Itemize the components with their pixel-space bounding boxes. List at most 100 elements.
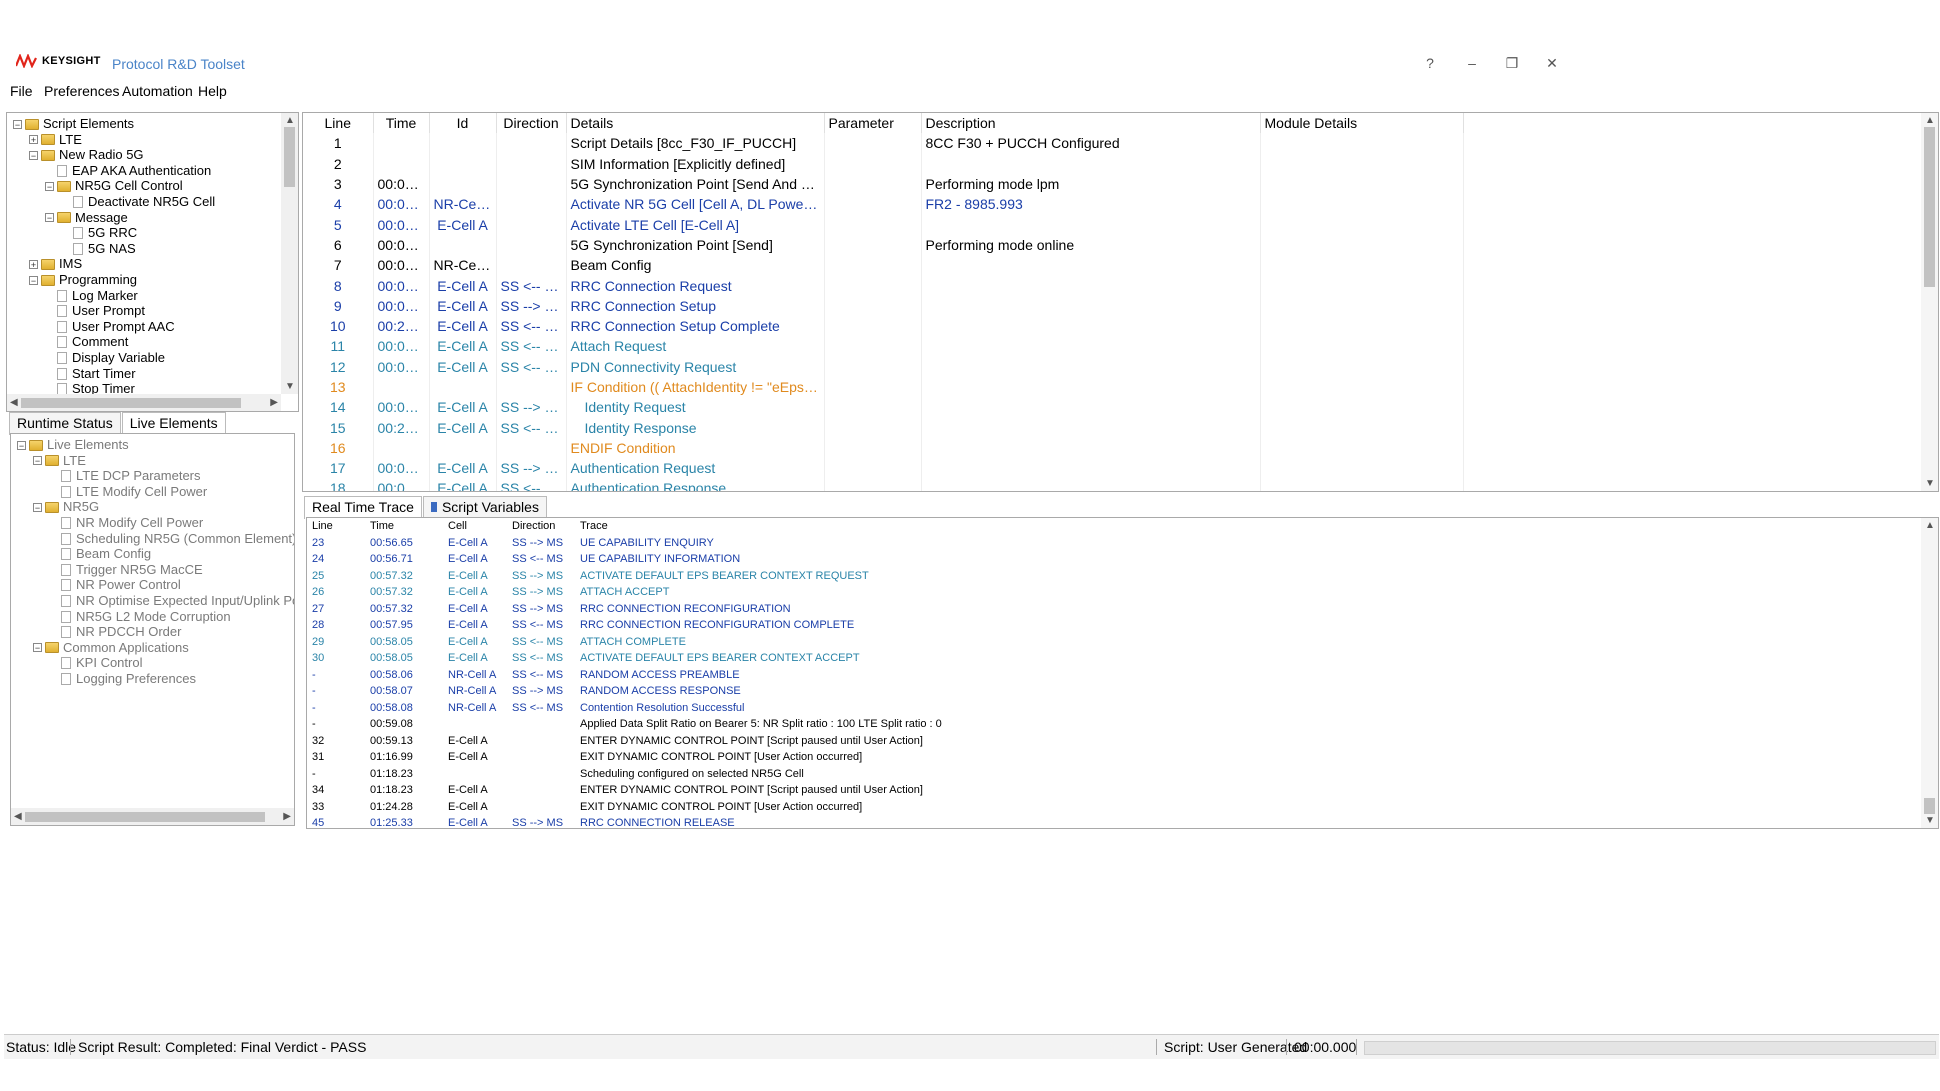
table-row[interactable]: 29 00:58.05 E-Cell A SS <-- MS ATTACH COMPLE… <box>309 634 1457 651</box>
column-header[interactable]: Time <box>373 113 430 134</box>
table-row[interactable]: 15 00:20.00 E-Cell A SS <-- MS Identity Resp… <box>303 417 1464 438</box>
collapse-icon[interactable]: − <box>33 456 42 466</box>
column-header[interactable]: Module Details <box>1260 113 1464 134</box>
scroll-thumb[interactable] <box>25 812 265 822</box>
tree-node[interactable]: Logging Preferences <box>61 670 196 688</box>
scroll-up-icon[interactable]: ▲ <box>285 115 295 126</box>
tab-runtime-status[interactable]: Runtime Status <box>9 412 121 435</box>
menu-automation[interactable]: Automation <box>122 83 193 99</box>
table-row[interactable]: 33 01:24.28 E-Cell A EXIT DYNAMIC CONTROL P… <box>309 799 1457 816</box>
column-header[interactable]: Direction <box>509 518 577 535</box>
expand-icon[interactable]: + <box>29 259 38 269</box>
menu-help[interactable]: Help <box>198 83 227 99</box>
table-row[interactable]: 28 00:57.95 E-Cell A SS <-- MS RRC CONNECTIO… <box>309 617 1457 634</box>
collapse-icon[interactable]: − <box>45 213 54 223</box>
table-row[interactable]: 5 00:00.00 E-Cell A Activate LTE Cell [E-Ce… <box>303 214 1464 235</box>
scroll-up-icon[interactable]: ▲ <box>1925 520 1935 531</box>
restore-icon[interactable]: ❐ <box>1502 55 1522 72</box>
column-header[interactable]: Line <box>303 113 374 134</box>
table-row[interactable]: 31 01:16.99 E-Cell A EXIT DYNAMIC CONTROL P… <box>309 749 1457 766</box>
table-row[interactable]: 14 00:00.00 E-Cell A SS --> MS Identity Requ… <box>303 397 1464 418</box>
collapse-icon[interactable]: − <box>29 275 38 285</box>
table-cell: 32 <box>312 734 325 747</box>
menu-preferences[interactable]: Preferences <box>44 83 119 99</box>
table-row[interactable]: 16 ENDIF Condition <box>303 437 1464 459</box>
horizontal-scrollbar[interactable]: ◀ ▶ <box>7 394 281 411</box>
column-header[interactable]: Trace <box>577 518 1457 535</box>
column-header[interactable]: Description <box>921 113 1261 134</box>
tab-real-time-trace[interactable]: Real Time Trace <box>304 496 422 519</box>
table-row[interactable]: 30 00:58.05 E-Cell A SS <-- MS ACTIVATE DEFA… <box>309 650 1457 667</box>
table-row[interactable]: 27 00:57.32 E-Cell A SS --> MS RRC CONNECTIO… <box>309 601 1457 618</box>
collapse-icon[interactable]: − <box>33 643 42 653</box>
column-header[interactable]: Id <box>429 113 497 134</box>
help-button[interactable]: ? <box>1420 55 1440 71</box>
scroll-right-icon[interactable]: ▶ <box>283 811 291 822</box>
column-header[interactable]: Parameter <box>824 113 922 134</box>
scroll-right-icon[interactable]: ▶ <box>270 397 278 408</box>
tab-live-elements[interactable]: Live Elements <box>121 412 226 435</box>
vertical-scrollbar[interactable]: ▲ ▼ <box>1921 518 1938 828</box>
table-row[interactable]: - 00:59.08 Applied Data Split Ratio on Bea… <box>309 716 1457 733</box>
table-row[interactable]: 23 00:56.65 E-Cell A SS --> MS UE CAPABILITY… <box>309 535 1457 552</box>
table-row[interactable]: 4 00:00.00 NR-Cell A Activate NR 5G Cell [C… <box>303 194 1464 215</box>
table-cell: ATTACH ACCEPT <box>580 586 670 599</box>
scroll-down-icon[interactable]: ▼ <box>1925 478 1935 489</box>
table-row[interactable]: - 00:58.08 NR-Cell A SS <-- MS Contention Re… <box>309 700 1457 717</box>
app-title: Protocol R&D Toolset <box>112 56 245 72</box>
menu-file[interactable]: File <box>10 83 33 99</box>
table-row[interactable]: - 01:18.23 Scheduling configured on select… <box>309 766 1457 783</box>
table-row[interactable]: 17 00:00.00 E-Cell A SS --> MS Authenticatio… <box>303 458 1464 479</box>
table-row[interactable]: 24 00:56.71 E-Cell A SS <-- MS UE CAPABILITY… <box>309 551 1457 568</box>
scroll-thumb[interactable] <box>1924 127 1935 287</box>
collapse-icon[interactable]: − <box>17 440 26 450</box>
collapse-icon[interactable]: − <box>45 181 54 191</box>
scroll-thumb[interactable] <box>284 127 295 187</box>
table-row[interactable]: 18 00:00.00 E-Cell A SS <-- MS Authenticatio… <box>303 478 1464 491</box>
expand-icon[interactable]: + <box>29 135 38 145</box>
table-row[interactable]: 32 00:59.13 E-Cell A ENTER DYNAMIC CONTROL … <box>309 733 1457 750</box>
column-header[interactable]: Line <box>309 518 367 535</box>
table-row[interactable]: 8 00:00.00 E-Cell A SS <-- MS RRC Connection… <box>303 275 1464 296</box>
column-header[interactable]: Details <box>566 113 825 134</box>
collapse-icon[interactable]: − <box>29 150 38 160</box>
column-header[interactable]: Cell <box>445 518 509 535</box>
scroll-thumb[interactable] <box>21 398 241 408</box>
table-row[interactable]: 2 SIM Information [Explicitly defined] <box>303 153 1464 174</box>
table-row[interactable]: 3 00:00.00 5G Synchronization Point [Send … <box>303 173 1464 195</box>
folder-icon <box>41 274 55 286</box>
table-row[interactable]: - 00:58.07 NR-Cell A SS --> MS RANDOM ACCESS… <box>309 683 1457 700</box>
table-row[interactable]: 9 00:00.00 E-Cell A SS --> MS RRC Connection… <box>303 295 1464 316</box>
horizontal-scrollbar[interactable]: ◀ ▶ <box>11 808 294 825</box>
table-row[interactable]: 13 IF Condition (( AttachIdentity != "eEp… <box>303 376 1464 398</box>
column-header[interactable]: Direction <box>496 113 567 134</box>
table-row[interactable]: 6 00:00.00 5G Synchronization Point [Send]… <box>303 234 1464 256</box>
table-cell <box>824 478 922 491</box>
scroll-left-icon[interactable]: ◀ <box>14 811 22 822</box>
close-icon[interactable]: ✕ <box>1542 55 1562 72</box>
table-row[interactable]: 1 Script Details [8cc_F30_IF_PUCCH] 8CC F3… <box>303 133 1464 154</box>
vertical-scrollbar[interactable]: ▲ ▼ <box>1921 113 1938 491</box>
collapse-icon[interactable]: − <box>33 502 42 512</box>
scroll-up-icon[interactable]: ▲ <box>1925 115 1935 126</box>
table-row[interactable]: 7 00:00.00 NR-Cell A Beam Config <box>303 255 1464 276</box>
table-row[interactable]: 45 01:25.33 E-Cell A SS --> MS RRC CONNECTIO… <box>309 815 1457 828</box>
table-row[interactable]: 34 01:18.23 E-Cell A ENTER DYNAMIC CONTROL … <box>309 782 1457 799</box>
table-row[interactable]: 10 00:20.00 E-Cell A SS <-- MS RRC Connectio… <box>303 315 1464 337</box>
table-row[interactable]: 11 00:00.00 E-Cell A SS <-- MS Attach Reques… <box>303 336 1464 357</box>
minimize-icon[interactable]: – <box>1462 55 1482 71</box>
collapse-icon[interactable]: − <box>13 119 22 129</box>
vertical-scrollbar[interactable]: ▲ ▼ <box>281 113 298 394</box>
scroll-left-icon[interactable]: ◀ <box>10 397 18 408</box>
column-header[interactable]: Time <box>367 518 445 535</box>
table-cell <box>509 749 577 766</box>
scroll-down-icon[interactable]: ▼ <box>1925 815 1935 826</box>
table-row[interactable]: 12 00:00.00 E-Cell A SS <-- MS PDN Connectiv… <box>303 356 1464 377</box>
tab-script-variables[interactable]: Script Variables <box>422 496 547 519</box>
table-row[interactable]: - 00:58.06 NR-Cell A SS <-- MS RANDOM ACCESS… <box>309 667 1457 684</box>
scroll-thumb[interactable] <box>1924 798 1935 814</box>
table-row[interactable]: 26 00:57.32 E-Cell A SS --> MS ATTACH ACCEPT <box>309 584 1457 601</box>
scroll-down-icon[interactable]: ▼ <box>285 381 295 392</box>
table-row[interactable]: 25 00:57.32 E-Cell A SS --> MS ACTIVATE DEFA… <box>309 568 1457 585</box>
tree-node[interactable]: 5G NAS <box>73 240 136 258</box>
